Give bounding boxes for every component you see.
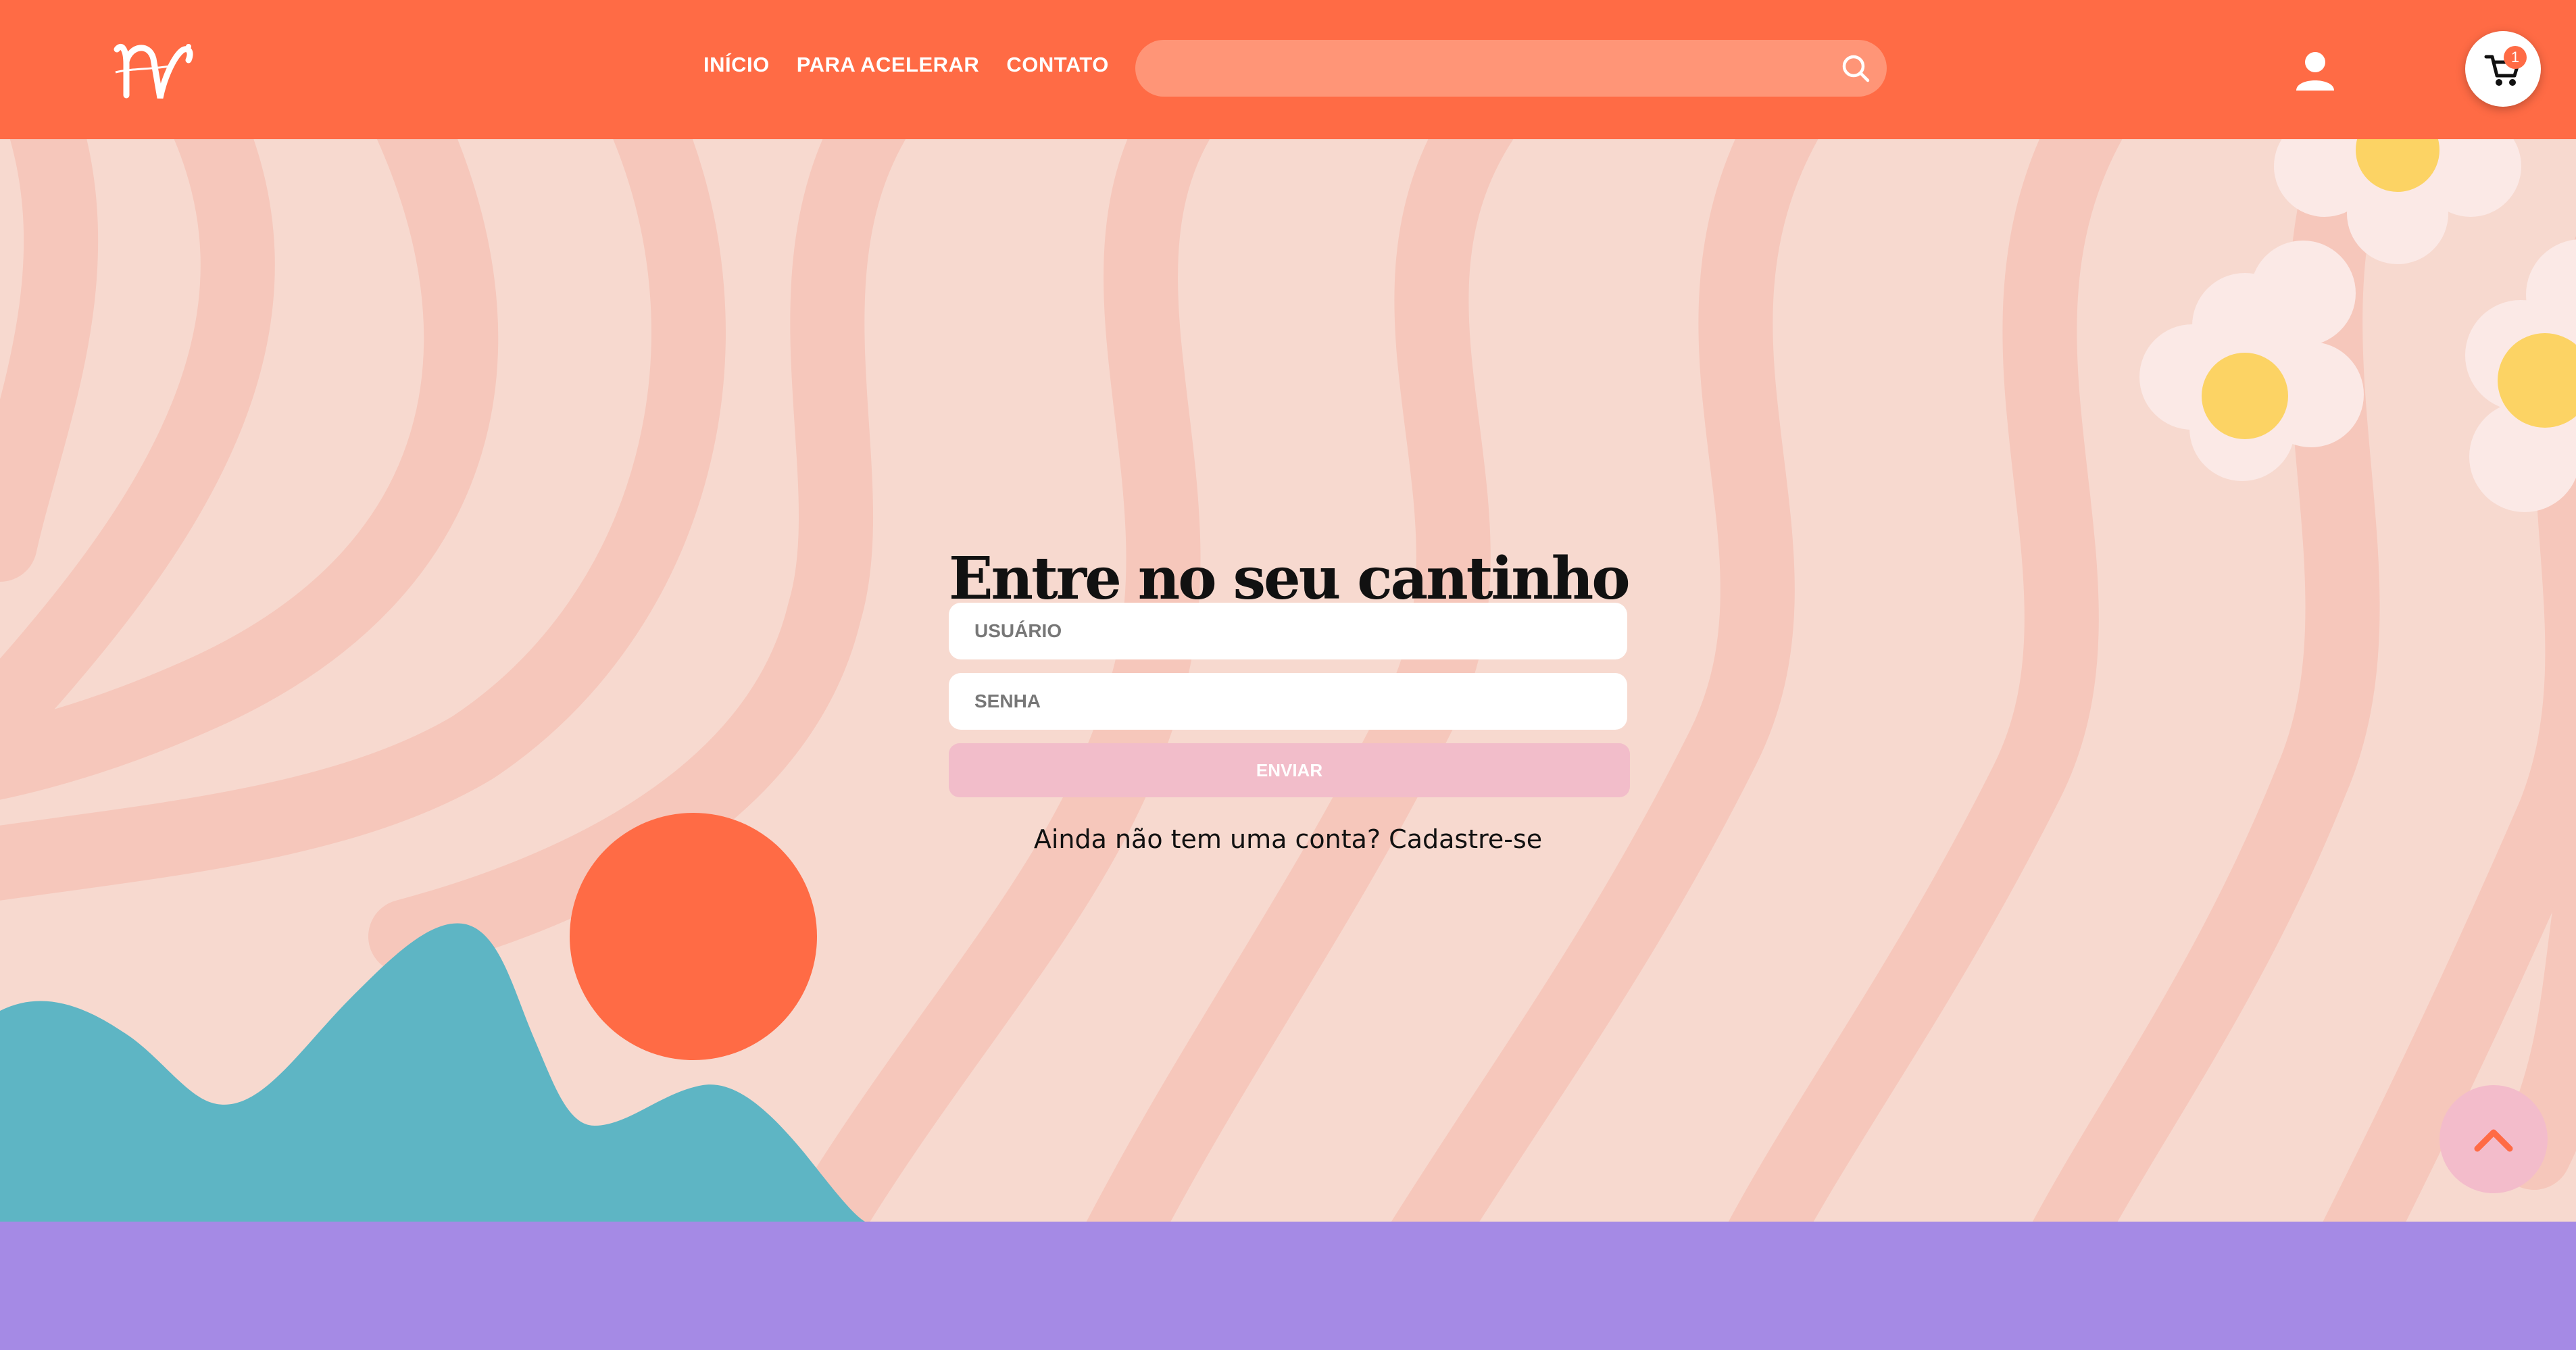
chevron-up-icon	[2474, 1129, 2513, 1152]
sun-shape	[570, 813, 817, 1060]
cart-button[interactable]: 1	[2465, 31, 2541, 107]
search-bar	[1135, 40, 1887, 98]
back-to-top-button[interactable]	[2439, 1085, 2548, 1193]
signup-link[interactable]: Cadastre-se	[1389, 824, 1542, 854]
cart-count-badge: 1	[2504, 46, 2527, 69]
site-logo[interactable]	[112, 30, 199, 105]
password-input[interactable]	[949, 673, 1627, 730]
submit-button[interactable]: ENVIAR	[949, 743, 1630, 797]
site-header: INÍCIO PARA ACELERAR CONTATO 1	[0, 0, 2576, 139]
search-input[interactable]	[1156, 40, 1807, 98]
footer-band	[0, 1222, 2576, 1350]
signup-prompt: Ainda não tem uma conta? Cadastre-se	[949, 824, 1627, 854]
nav-para-acelerar[interactable]: PARA ACELERAR	[797, 53, 980, 77]
user-icon[interactable]	[2294, 49, 2337, 92]
signup-question: Ainda não tem uma conta?	[1033, 824, 1381, 854]
main-nav: INÍCIO PARA ACELERAR CONTATO	[703, 53, 1109, 77]
nav-contato[interactable]: CONTATO	[1006, 53, 1109, 77]
nav-inicio[interactable]: INÍCIO	[703, 53, 770, 77]
username-input[interactable]	[949, 603, 1627, 659]
search-icon[interactable]	[1839, 52, 1872, 84]
